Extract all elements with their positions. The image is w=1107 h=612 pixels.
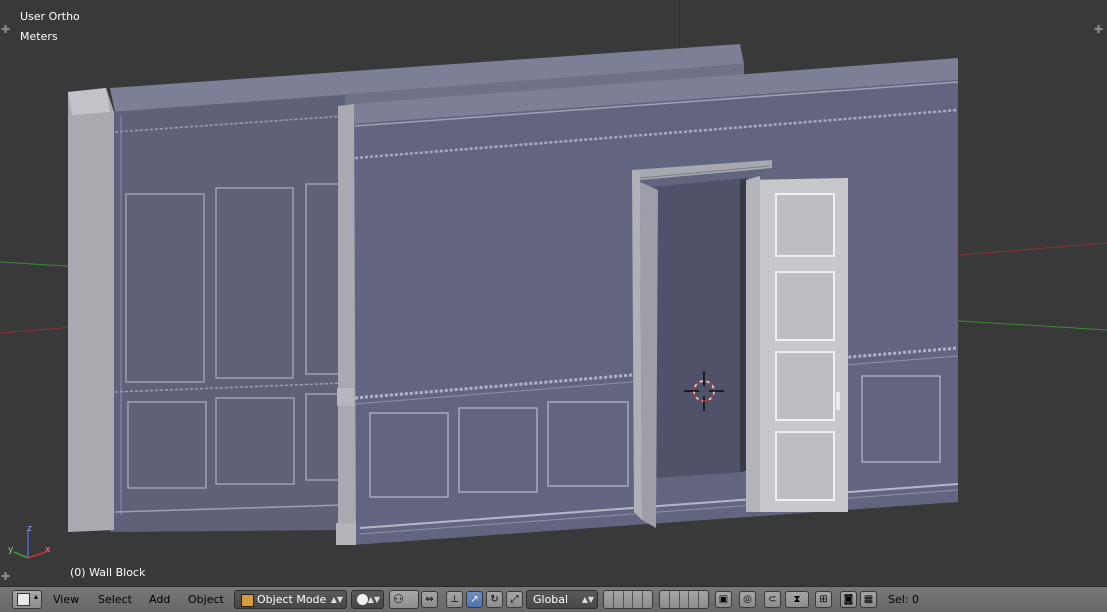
view-name: User Ortho <box>20 10 80 23</box>
menu-add[interactable]: Add <box>149 593 170 606</box>
proportional-editing-icon[interactable]: ◎ <box>739 591 756 608</box>
gizmo-y-label: y <box>8 545 14 555</box>
chevron-updown-icon: ▲▼ <box>330 595 343 604</box>
snap-target-icon[interactable]: ⊞ <box>815 591 832 608</box>
gizmo-x-label: x <box>45 545 51 555</box>
gizmo-z-label: z <box>27 524 32 534</box>
units-label: Meters <box>20 30 58 43</box>
viewport-shading-selector[interactable]: ▲▼ <box>351 590 384 609</box>
snap-element-icon[interactable]: ⧗ <box>785 591 809 608</box>
render-animation-icon[interactable]: ▦ <box>860 591 877 608</box>
chevron-updown-icon: ▲▼ <box>367 595 380 604</box>
translate-manipulator-icon[interactable]: ↗ <box>466 591 483 608</box>
transform-manipulator-toggle-icon[interactable]: ⊥ <box>446 591 463 608</box>
object-cube-icon <box>241 594 254 607</box>
scene-layers-group-2[interactable] <box>659 590 709 609</box>
door-slab <box>746 176 848 512</box>
chevron-updown-icon: ▴ <box>33 592 38 601</box>
solid-sphere-icon <box>357 594 368 605</box>
3d-view-icon <box>17 593 30 606</box>
scene-layers-group-1[interactable] <box>603 590 653 609</box>
mode-selector[interactable]: Object Mode ▲▼ <box>234 590 347 609</box>
pivot-point-selector[interactable]: ⚇ <box>389 590 419 609</box>
mode-label: Object Mode <box>257 593 327 606</box>
opengl-render-icon[interactable]: ◙ <box>840 591 857 608</box>
selection-status: Sel: 0 <box>888 593 920 606</box>
menu-select[interactable]: Select <box>98 593 132 606</box>
region-toggle-bottom-left-icon[interactable]: ✚ <box>1 571 10 582</box>
rotate-manipulator-icon[interactable]: ↻ <box>486 591 503 608</box>
scale-manipulator-icon[interactable]: ⤢ <box>506 591 523 608</box>
3d-viewport[interactable]: User Ortho Meters (0) Wall Block z x y ✚… <box>0 0 1107 586</box>
menu-view[interactable]: View <box>53 593 79 606</box>
menu-object[interactable]: Object <box>188 593 224 606</box>
region-toggle-left-icon[interactable]: ✚ <box>1 24 10 35</box>
front-wall <box>336 58 959 545</box>
editor-type-selector[interactable]: ▴ <box>12 590 42 609</box>
region-toggle-right-icon[interactable]: ✚ <box>1094 24 1103 35</box>
snap-toggle-icon[interactable]: ⊂ <box>764 591 781 608</box>
selected-object-label: (0) Wall Block <box>70 566 146 579</box>
pivot-icon: ⚇ <box>393 592 404 606</box>
scene-render <box>0 0 1107 559</box>
lock-camera-layers-icon[interactable]: ▣ <box>715 591 732 608</box>
transform-orientation-selector[interactable]: Global ▲▼ <box>526 590 598 609</box>
manipulate-center-points-icon[interactable]: ⇔ <box>421 591 438 608</box>
chevron-updown-icon: ▲▼ <box>581 595 594 604</box>
3d-view-header: ▴ View Select Add Object Object Mode ▲▼ … <box>0 586 1107 612</box>
transform-orientation-label: Global <box>533 593 569 606</box>
